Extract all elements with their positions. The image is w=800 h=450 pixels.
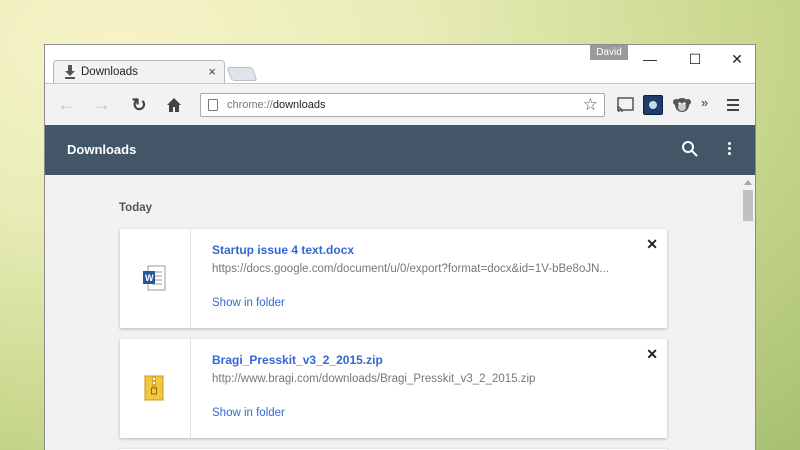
search-icon[interactable]	[681, 140, 699, 158]
address-bar[interactable]: chrome://downloads ☆	[200, 93, 605, 117]
downloads-list: Today W Startup issue 4 text.docx https:…	[45, 175, 740, 450]
file-name-link[interactable]: Bragi_Presskit_v3_2_2015.zip	[212, 353, 383, 367]
zip-file-icon	[144, 375, 164, 401]
scroll-thumb[interactable]	[743, 190, 753, 221]
profile-badge[interactable]: David	[590, 45, 628, 60]
download-icon	[65, 65, 75, 79]
bookmark-star-icon[interactable]: ☆	[583, 95, 598, 115]
page-header: Downloads	[45, 125, 755, 175]
home-icon[interactable]	[163, 94, 185, 116]
menu-icon[interactable]	[727, 99, 739, 111]
word-doc-icon: W	[143, 265, 166, 291]
extension-icon[interactable]	[643, 95, 663, 115]
back-arrow-icon[interactable]: ←	[55, 94, 77, 116]
more-options-icon[interactable]	[728, 142, 732, 158]
svg-text:W: W	[145, 273, 154, 283]
maximize-button[interactable]: ☐	[675, 49, 715, 69]
file-source-url: https://docs.google.com/document/u/0/exp…	[212, 263, 609, 275]
remove-item-icon[interactable]: ✕	[646, 346, 658, 363]
close-window-button[interactable]: ✕	[717, 49, 755, 69]
extensions-overflow-icon[interactable]: »	[701, 95, 708, 110]
cast-icon[interactable]	[615, 95, 635, 115]
toolbar: ← → ↻ chrome://downloads ☆ »	[45, 83, 755, 125]
minimize-button[interactable]: —	[630, 49, 670, 69]
tab-close-icon[interactable]: ×	[208, 64, 216, 80]
url-text: chrome://downloads	[227, 99, 326, 111]
scroll-up-arrow-icon[interactable]	[744, 180, 752, 185]
show-in-folder-link[interactable]: Show in folder	[212, 407, 285, 419]
tab-downloads[interactable]: Downloads ×	[53, 60, 225, 84]
remove-item-icon[interactable]: ✕	[646, 236, 658, 253]
download-item: Bragi_Presskit_v3_2_2015.zip http://www.…	[120, 339, 667, 438]
show-in-folder-link[interactable]: Show in folder	[212, 297, 285, 309]
title-bar: Downloads × David — ☐ ✕	[45, 45, 755, 84]
file-name-link[interactable]: Startup issue 4 text.docx	[212, 243, 354, 257]
page-title: Downloads	[67, 142, 137, 157]
file-source-url: http://www.bragi.com/downloads/Bragi_Pre…	[212, 373, 536, 385]
download-item: W Startup issue 4 text.docx https://docs…	[120, 229, 667, 328]
page-icon	[208, 99, 218, 111]
monkey-extension-icon[interactable]	[672, 95, 692, 115]
browser-window: Downloads × David — ☐ ✕ ← → ↻ chrome://d…	[44, 44, 756, 450]
forward-arrow-icon[interactable]: →	[91, 94, 113, 116]
tab-title: Downloads	[81, 66, 138, 78]
new-tab-button[interactable]	[226, 67, 258, 81]
scrollbar[interactable]	[740, 175, 755, 450]
reload-icon[interactable]: ↻	[128, 94, 150, 116]
section-date: Today	[119, 202, 153, 214]
